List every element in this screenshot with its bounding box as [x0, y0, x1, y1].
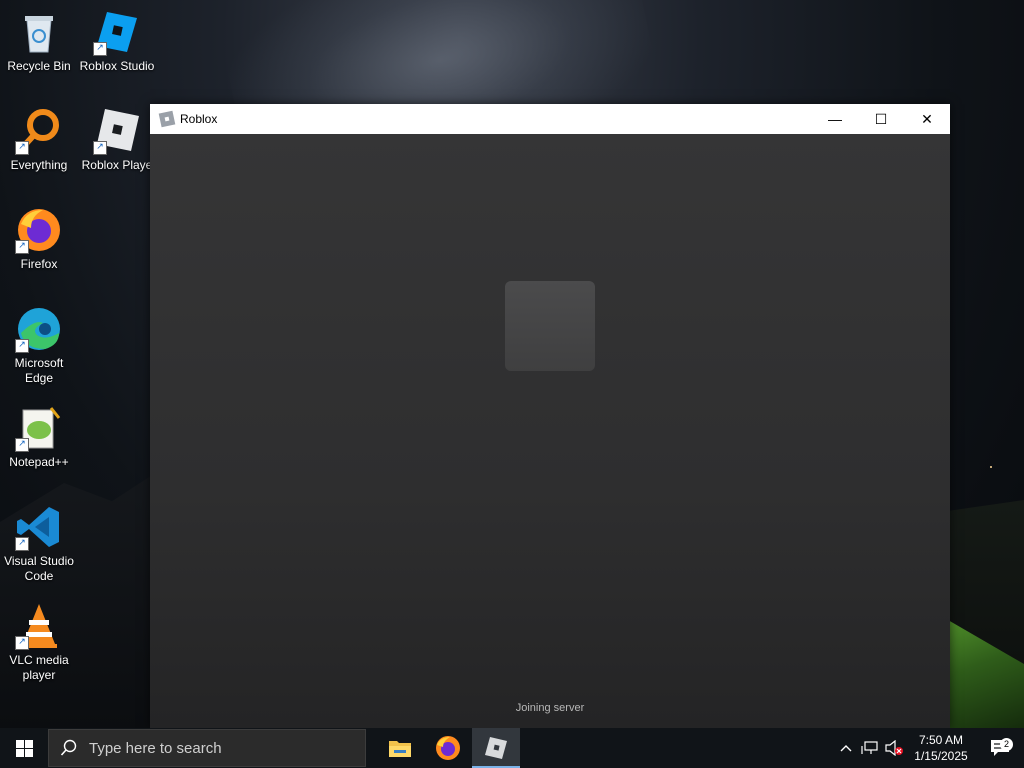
shortcut-arrow-icon: ↗ — [15, 537, 29, 551]
taskbar: Type here to search 7:50 AM 1/15/2025 2 — [0, 728, 1024, 768]
roblox-player-icon: ↗ — [93, 107, 141, 155]
desktop-icon-label: Roblox Studio — [79, 59, 155, 73]
file-explorer-icon — [389, 741, 411, 757]
shortcut-arrow-icon: ↗ — [15, 141, 29, 155]
shortcut-arrow-icon: ↗ — [93, 141, 107, 155]
desktop-icon-label: VLC media player — [9, 653, 69, 682]
notification-count-badge: 2 — [1000, 738, 1013, 751]
shortcut-arrow-icon: ↗ — [15, 339, 29, 353]
loading-placeholder-tile — [505, 281, 595, 371]
desktop-icon-edge[interactable]: ↗ Microsoft Edge — [1, 305, 77, 386]
search-placeholder: Type here to search — [89, 739, 222, 757]
desktop-icon-vlc[interactable]: ↗ VLC media player — [1, 602, 77, 683]
desktop-icon-label: Microsoft Edge — [14, 356, 64, 385]
roblox-window[interactable]: Roblox — ☐ ✕ Joining server — [150, 104, 950, 728]
desktop-icon-everything[interactable]: ↗ Everything — [1, 107, 77, 173]
network-icon[interactable] — [858, 740, 882, 756]
shortcut-arrow-icon: ↗ — [15, 438, 29, 452]
vlc-icon: ↗ — [15, 602, 63, 650]
taskbar-firefox[interactable] — [424, 728, 472, 768]
taskbar-roblox[interactable] — [472, 728, 520, 768]
roblox-icon — [158, 110, 176, 128]
windows-logo-icon — [15, 739, 33, 757]
desktop-icon-label: Everything — [10, 158, 68, 172]
desktop-icon-roblox-player[interactable]: ↗ Roblox Playe — [79, 107, 155, 173]
recycle-bin-icon — [15, 8, 63, 56]
volume-muted-icon[interactable] — [882, 740, 906, 756]
desktop-icon-label: Roblox Playe — [81, 158, 153, 172]
star — [990, 466, 992, 468]
game-loading-area[interactable]: Joining server — [150, 134, 950, 728]
desktop-icon-label: Recycle Bin — [7, 59, 71, 73]
taskbar-clock[interactable]: 7:50 AM 1/15/2025 — [906, 732, 976, 764]
desktop-icon-recycle-bin[interactable]: Recycle Bin — [1, 8, 77, 74]
everything-search-icon: ↗ — [15, 107, 63, 155]
shortcut-arrow-icon: ↗ — [15, 240, 29, 254]
taskbar-file-explorer[interactable] — [376, 728, 424, 768]
show-hidden-icons-chevron-icon[interactable] — [834, 743, 858, 753]
minimize-icon: — — [828, 111, 842, 127]
close-icon: ✕ — [921, 110, 933, 127]
roblox-icon — [485, 737, 507, 759]
desktop-icon-label: Notepad++ — [9, 455, 69, 469]
clock-date: 1/15/2025 — [914, 749, 968, 763]
clock-time: 7:50 AM — [918, 733, 964, 747]
firefox-icon: ↗ — [15, 206, 63, 254]
maximize-button[interactable]: ☐ — [858, 104, 904, 134]
notepad-plus-plus-icon: ↗ — [15, 404, 63, 452]
maximize-icon: ☐ — [874, 110, 888, 127]
shortcut-arrow-icon: ↗ — [15, 636, 29, 650]
window-title: Roblox — [180, 112, 218, 126]
desktop-icon-vscode[interactable]: ↗ Visual Studio Code — [1, 503, 77, 584]
desktop-icon-firefox[interactable]: ↗ Firefox — [1, 206, 77, 272]
taskbar-search-box[interactable]: Type here to search — [48, 729, 366, 767]
close-button[interactable]: ✕ — [904, 104, 950, 134]
edge-icon: ↗ — [15, 305, 63, 353]
vscode-icon: ↗ — [15, 503, 63, 551]
roblox-studio-icon: ↗ — [93, 8, 141, 56]
action-center-button[interactable]: 2 — [976, 738, 1024, 757]
desktop-icon-notepad-plus-plus[interactable]: ↗ Notepad++ — [1, 404, 77, 470]
desktop-icon-roblox-studio[interactable]: ↗ Roblox Studio — [79, 8, 155, 74]
shortcut-arrow-icon: ↗ — [93, 42, 107, 56]
search-icon — [49, 739, 89, 757]
start-button[interactable] — [0, 728, 48, 768]
minimize-button[interactable]: — — [812, 104, 858, 134]
system-tray: 7:50 AM 1/15/2025 2 — [834, 728, 1024, 768]
desktop-icon-label: Visual Studio Code — [4, 554, 74, 583]
firefox-icon — [436, 736, 460, 760]
loading-status-text: Joining server — [515, 702, 585, 714]
desktop-icon-label: Firefox — [20, 257, 58, 271]
window-titlebar[interactable]: Roblox — ☐ ✕ — [150, 104, 950, 134]
